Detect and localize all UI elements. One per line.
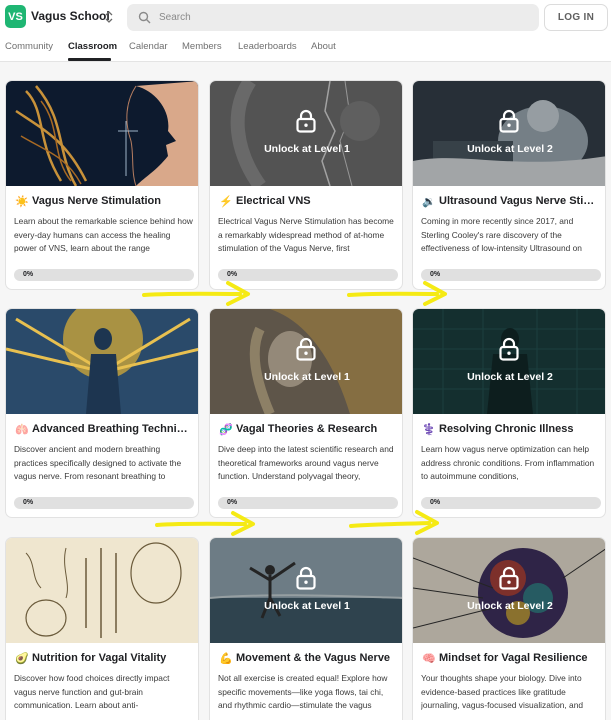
course-title: Nutrition for Vagal Vitality bbox=[32, 652, 167, 664]
locked-overlay: Unlock at Level 1 bbox=[210, 81, 402, 186]
annotation-arrow bbox=[155, 511, 255, 536]
course-description: Learn about the remarkable science behin… bbox=[14, 216, 193, 253]
unlock-level-label: Unlock at Level 2 bbox=[467, 600, 553, 612]
locked-overlay: Unlock at Level 1 bbox=[210, 538, 402, 643]
lock-icon bbox=[499, 566, 519, 590]
unlock-level-label: Unlock at Level 1 bbox=[264, 371, 350, 383]
course-card[interactable]: Unlock at Level 2 ⚕️ Resolving Chronic I… bbox=[412, 308, 606, 518]
course-card[interactable]: Unlock at Level 2 🔉 Ultrasound Vagus Ner… bbox=[412, 80, 606, 290]
sun-icon: ☀️ bbox=[15, 196, 29, 208]
tab-leaderboards[interactable]: Leaderboards bbox=[238, 41, 297, 52]
lightning-icon: ⚡ bbox=[219, 196, 233, 208]
brain-icon: 🧠 bbox=[422, 653, 436, 665]
locked-overlay: Unlock at Level 2 bbox=[413, 538, 605, 643]
lungs-icon: 🫁 bbox=[15, 424, 29, 436]
course-description: Your thoughts shape your biology. Dive i… bbox=[421, 673, 584, 710]
progress-label: 0% bbox=[23, 499, 34, 506]
lock-icon bbox=[296, 566, 316, 590]
lock-icon bbox=[499, 109, 519, 133]
search-input[interactable]: Search bbox=[159, 12, 191, 23]
course-description: Dive deep into the latest scientific res… bbox=[218, 444, 394, 481]
caduceus-icon: ⚕️ bbox=[422, 424, 436, 436]
course-card[interactable]: 🥑 Nutrition for Vagal Vitality Discover … bbox=[5, 537, 199, 720]
unlock-level-label: Unlock at Level 2 bbox=[467, 371, 553, 383]
course-card[interactable]: Unlock at Level 1 💪 Movement & the Vagus… bbox=[209, 537, 403, 720]
course-description: Discover how food choices directly impac… bbox=[14, 673, 170, 710]
course-title: Advanced Breathing Techniqu... bbox=[32, 423, 194, 435]
tab-calendar[interactable]: Calendar bbox=[129, 41, 168, 52]
course-cover-image bbox=[6, 309, 198, 414]
course-description: Learn how vagus nerve optimization can h… bbox=[421, 444, 595, 481]
flexed-arm-icon: 💪 bbox=[219, 653, 233, 665]
tab-members[interactable]: Members bbox=[182, 41, 222, 52]
active-tab-indicator bbox=[68, 58, 111, 61]
course-title: Vagus Nerve Stimulation bbox=[32, 195, 161, 207]
annotation-arrow bbox=[347, 281, 447, 306]
lock-icon bbox=[499, 337, 519, 361]
course-title: Ultrasound Vagus Nerve Stim... bbox=[439, 195, 601, 207]
course-title: Vagal Theories & Research bbox=[236, 423, 378, 435]
login-button[interactable]: LOG IN bbox=[544, 4, 608, 31]
search-bar[interactable]: Search bbox=[127, 4, 539, 31]
unlock-level-label: Unlock at Level 2 bbox=[467, 143, 553, 155]
top-bar: VS Vagus School Search LOG IN bbox=[0, 0, 611, 36]
progress-label: 0% bbox=[227, 271, 238, 278]
lock-icon bbox=[296, 337, 316, 361]
locked-overlay: Unlock at Level 2 bbox=[413, 81, 605, 186]
course-card[interactable]: Unlock at Level 2 🧠 Mindset for Vagal Re… bbox=[412, 537, 606, 720]
unlock-level-label: Unlock at Level 1 bbox=[264, 143, 350, 155]
course-cover-image bbox=[6, 81, 198, 186]
annotation-arrow bbox=[142, 281, 250, 306]
tab-about[interactable]: About bbox=[311, 41, 336, 52]
course-cover-image bbox=[6, 538, 198, 643]
course-description: Discover ancient and modern breathing pr… bbox=[14, 444, 182, 481]
search-icon bbox=[138, 11, 151, 24]
course-card[interactable]: ☀️ Vagus Nerve Stimulation Learn about t… bbox=[5, 80, 199, 290]
chevron-up-down-icon[interactable] bbox=[104, 9, 114, 25]
speaker-icon: 🔉 bbox=[422, 196, 436, 208]
course-title: Movement & the Vagus Nerve bbox=[236, 652, 391, 664]
course-description: Coming in more recently since 2017, and … bbox=[421, 216, 582, 253]
locked-overlay: Unlock at Level 1 bbox=[210, 309, 402, 414]
course-card[interactable]: Unlock at Level 1 🧬 Vagal Theories & Res… bbox=[209, 308, 403, 518]
progress-label: 0% bbox=[227, 499, 238, 506]
progress-label: 0% bbox=[23, 271, 34, 278]
group-name[interactable]: Vagus School bbox=[31, 9, 110, 23]
progress-label: 0% bbox=[430, 271, 441, 278]
dna-icon: 🧬 bbox=[219, 424, 233, 436]
course-card[interactable]: 🫁 Advanced Breathing Techniqu... Discove… bbox=[5, 308, 199, 518]
annotation-arrow bbox=[349, 510, 439, 535]
course-title: Resolving Chronic Illness bbox=[439, 423, 574, 435]
course-title: Mindset for Vagal Resilience bbox=[439, 652, 588, 664]
course-description: Electrical Vagus Nerve Stimulation has b… bbox=[218, 216, 394, 253]
group-logo[interactable]: VS bbox=[5, 5, 26, 28]
tab-community[interactable]: Community bbox=[5, 41, 53, 52]
locked-overlay: Unlock at Level 2 bbox=[413, 309, 605, 414]
lock-icon bbox=[296, 109, 316, 133]
course-title: Electrical VNS bbox=[236, 195, 311, 207]
progress-label: 0% bbox=[430, 499, 441, 506]
course-card[interactable]: Unlock at Level 1 ⚡ Electrical VNS Elect… bbox=[209, 80, 403, 290]
course-description: Not all exercise is created equal! Explo… bbox=[218, 673, 388, 710]
tab-classroom[interactable]: Classroom bbox=[68, 41, 117, 52]
progress-bar: 0% bbox=[421, 497, 601, 509]
avocado-icon: 🥑 bbox=[15, 653, 29, 665]
unlock-level-label: Unlock at Level 1 bbox=[264, 600, 350, 612]
